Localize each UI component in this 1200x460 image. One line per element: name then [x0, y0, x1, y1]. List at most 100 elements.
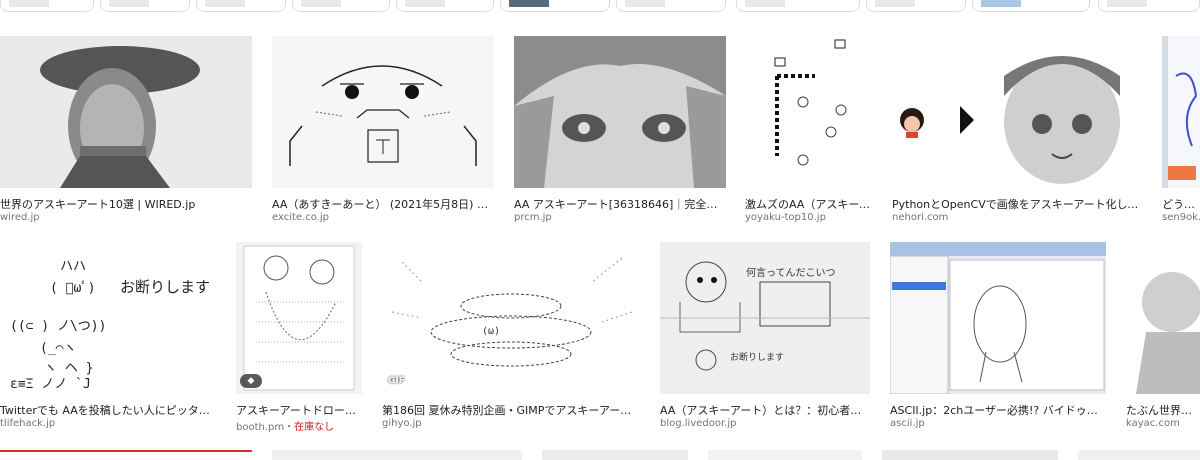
chip-thumbnail: [625, 0, 665, 7]
result-title[interactable]: 激ムズのAA（アスキーア...: [745, 196, 873, 212]
result-card[interactable]: 激ムズのAA（アスキーア... yoyaku-top10.jp: [745, 36, 873, 223]
result-image[interactable]: [514, 36, 726, 188]
anime-ascii-image: [514, 36, 726, 188]
result-image[interactable]: [1126, 242, 1200, 394]
result-image[interactable]: (ω) GIF: [382, 242, 640, 394]
result-card[interactable]: 世界のアスキーアート10選 | WIRED.jp wired.jp: [0, 36, 252, 223]
result-source: excite.co.jp: [272, 212, 329, 223]
result-card[interactable]: ハハ ( ﾟωﾟ) ((⊂ ) ノ\つ)) (_⌒ヽ ヽ ヘ } ε≡Ξ ノノ …: [0, 242, 216, 429]
result-image[interactable]: [890, 242, 1106, 394]
ascii-game-image: [745, 36, 873, 188]
result-card[interactable]: [708, 450, 862, 460]
result-image[interactable]: [745, 36, 873, 188]
result-card[interactable]: [542, 450, 688, 460]
chip-11[interactable]: [1098, 0, 1200, 12]
result-source: booth.pm・在庫なし: [236, 418, 360, 433]
result-title[interactable]: アスキーアートドローイ...: [236, 402, 360, 418]
result-image[interactable]: [0, 36, 252, 188]
result-title[interactable]: 世界のアスキーアート10選 | WIRED.jp: [0, 196, 248, 212]
chip-5[interactable]: [396, 0, 494, 12]
chip-3[interactable]: [196, 0, 286, 12]
result-image[interactable]: [882, 450, 1058, 460]
result-title[interactable]: たぶん世界初の...: [1126, 402, 1200, 418]
result-image[interactable]: [542, 450, 688, 460]
result-image[interactable]: [272, 36, 494, 188]
result-card[interactable]: AA（あすきーあーと） (2021年5月8日) - エ... excite.co…: [272, 36, 494, 223]
result-card[interactable]: PythonとOpenCVで画像をアスキーアート化してみ... nehori.c…: [892, 36, 1142, 223]
ascii-explosion-image: (ω): [382, 242, 640, 394]
result-title[interactable]: ASCII.jp：2chユーザー必携!? バイドゥが「...: [890, 402, 1104, 418]
result-source: blog.livedoor.jp: [660, 418, 737, 429]
chip-9[interactable]: [866, 0, 966, 12]
result-title[interactable]: PythonとOpenCVで画像をアスキーアート化してみ...: [892, 196, 1140, 212]
result-card[interactable]: AA アスキーアート[36318646]｜完全無料... prcm.jp: [514, 36, 726, 223]
result-card[interactable]: [1078, 450, 1200, 460]
svg-text:( ﾟωﾟ): ( ﾟωﾟ): [50, 281, 96, 296]
chip-thumbnail: [1107, 0, 1147, 7]
svg-text:((⊂ ) ノ\つ)): ((⊂ ) ノ\つ)): [10, 319, 106, 334]
result-card[interactable]: ◆ アスキーアートドローイ... booth.pm・在庫なし: [236, 242, 362, 433]
result-image[interactable]: [892, 36, 1142, 188]
tag-icon: ◆: [240, 374, 262, 388]
svg-text:ε≡Ξ ノノ `J: ε≡Ξ ノノ `J: [10, 377, 91, 392]
chip-2[interactable]: [100, 0, 190, 12]
result-image[interactable]: ハハ ( ﾟωﾟ) ((⊂ ) ノ\つ)) (_⌒ヽ ヽ ヘ } ε≡Ξ ノノ …: [0, 242, 216, 394]
drawing-app-image: [1162, 36, 1200, 188]
art-caption: お断りします: [120, 278, 211, 296]
result-image[interactable]: [708, 450, 862, 460]
result-title[interactable]: 第186回 夏休み特別企画・GIMPでアスキーアートを...: [382, 402, 638, 418]
result-source: wired.jp: [0, 212, 40, 223]
result-source: ascii.jp: [890, 418, 925, 429]
result-source: sen9ok...: [1162, 212, 1200, 223]
result-source: prcm.jp: [514, 212, 552, 223]
result-title[interactable]: どうや...: [1162, 196, 1200, 212]
result-card[interactable]: (ω) GIF 第186回 夏休み特別企画・GIMPでアスキーアートを... g…: [382, 242, 640, 429]
result-image[interactable]: [1078, 450, 1200, 460]
result-card[interactable]: たぶん世界初の... kayac.com: [1126, 242, 1200, 429]
chip-thumbnail: [981, 0, 1021, 7]
chip-thumbnail: [109, 0, 149, 7]
result-title[interactable]: AA アスキーアート[36318646]｜完全無料...: [514, 196, 722, 212]
result-card[interactable]: [882, 450, 1058, 460]
related-search-chips: [0, 0, 1200, 14]
source-domain: booth.pm: [236, 422, 285, 433]
result-image[interactable]: 何言ってんだこいつ お断りします: [660, 242, 870, 394]
art-caption: お断りします: [730, 353, 785, 363]
result-title[interactable]: Twitterでも AAを投稿したい人にピッタリ！...: [0, 402, 214, 418]
result-source: gihyo.jp: [382, 418, 422, 429]
stock-status: 在庫なし: [294, 422, 335, 433]
art-caption: 何言ってんだこいつ: [746, 268, 836, 279]
svg-text:ハハ: ハハ: [60, 259, 86, 274]
chip-6[interactable]: [500, 0, 610, 12]
chip-thumbnail: [405, 0, 445, 7]
result-card[interactable]: [272, 450, 522, 460]
result-card[interactable]: 何言ってんだこいつ お断りします AA（アスキーアート）とは？：初心者のた...…: [660, 242, 870, 429]
result-card[interactable]: [0, 450, 252, 460]
result-source: yoyaku-top10.jp: [745, 212, 826, 223]
chip-thumbnail: [301, 0, 341, 7]
chip-8[interactable]: [736, 0, 860, 12]
chip-thumbnail: [745, 0, 785, 7]
result-image[interactable]: ◆: [236, 242, 362, 394]
chip-thumbnail: [509, 0, 549, 7]
windows-app-screenshot: [890, 242, 1106, 394]
chip-7[interactable]: [616, 0, 726, 12]
result-image[interactable]: [1162, 36, 1200, 188]
ascii-face-image: [272, 36, 494, 188]
result-title[interactable]: AA（アスキーアート）とは？：初心者のた...: [660, 402, 868, 418]
ascii-refusal-image: ハハ ( ﾟωﾟ) ((⊂ ) ノ\つ)) (_⌒ヽ ヽ ヘ } ε≡Ξ ノノ …: [0, 242, 216, 394]
chip-1[interactable]: [0, 0, 94, 12]
python-ascii-image: [892, 36, 1142, 188]
result-card[interactable]: ASCII.jp：2chユーザー必携!? バイドゥが「... ascii.jp: [890, 242, 1106, 429]
result-image[interactable]: [272, 450, 522, 460]
result-title[interactable]: AA（あすきーあーと） (2021年5月8日) - エ...: [272, 196, 490, 212]
chip-4[interactable]: [292, 0, 390, 12]
result-image[interactable]: [0, 450, 252, 460]
chip-thumbnail: [9, 0, 49, 7]
result-source: kayac.com: [1126, 418, 1180, 429]
result-card[interactable]: どうや... sen9ok...: [1162, 36, 1200, 223]
svg-text:ヽ ヘ }: ヽ ヘ }: [44, 361, 93, 376]
chip-10[interactable]: [972, 0, 1090, 12]
ascii-figure-image: [1126, 242, 1200, 394]
svg-text:(ω): (ω): [482, 326, 500, 337]
